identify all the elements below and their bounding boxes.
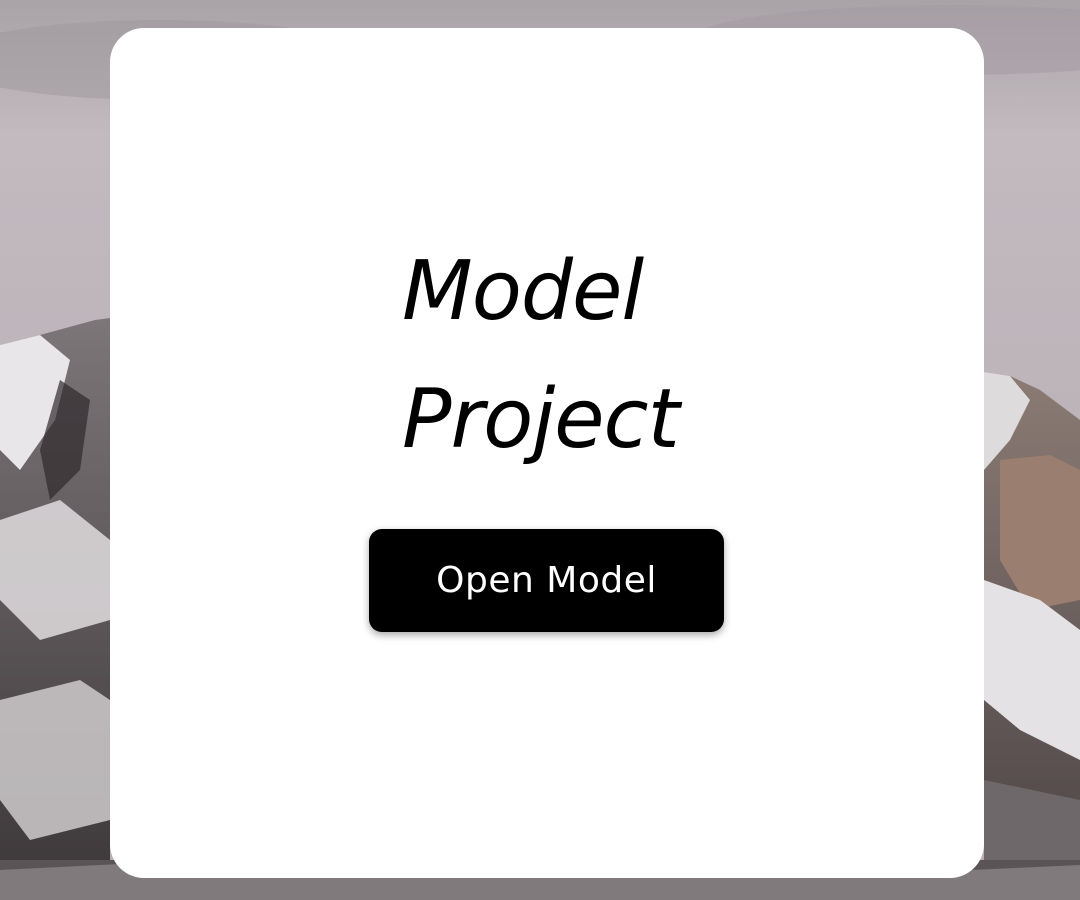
project-title: Model Project: [402, 228, 680, 484]
project-card: Model Project Open Model: [110, 28, 984, 878]
project-title-line2: Project: [402, 372, 680, 467]
open-model-button[interactable]: Open Model: [369, 529, 724, 632]
project-title-line1: Model: [402, 244, 644, 339]
